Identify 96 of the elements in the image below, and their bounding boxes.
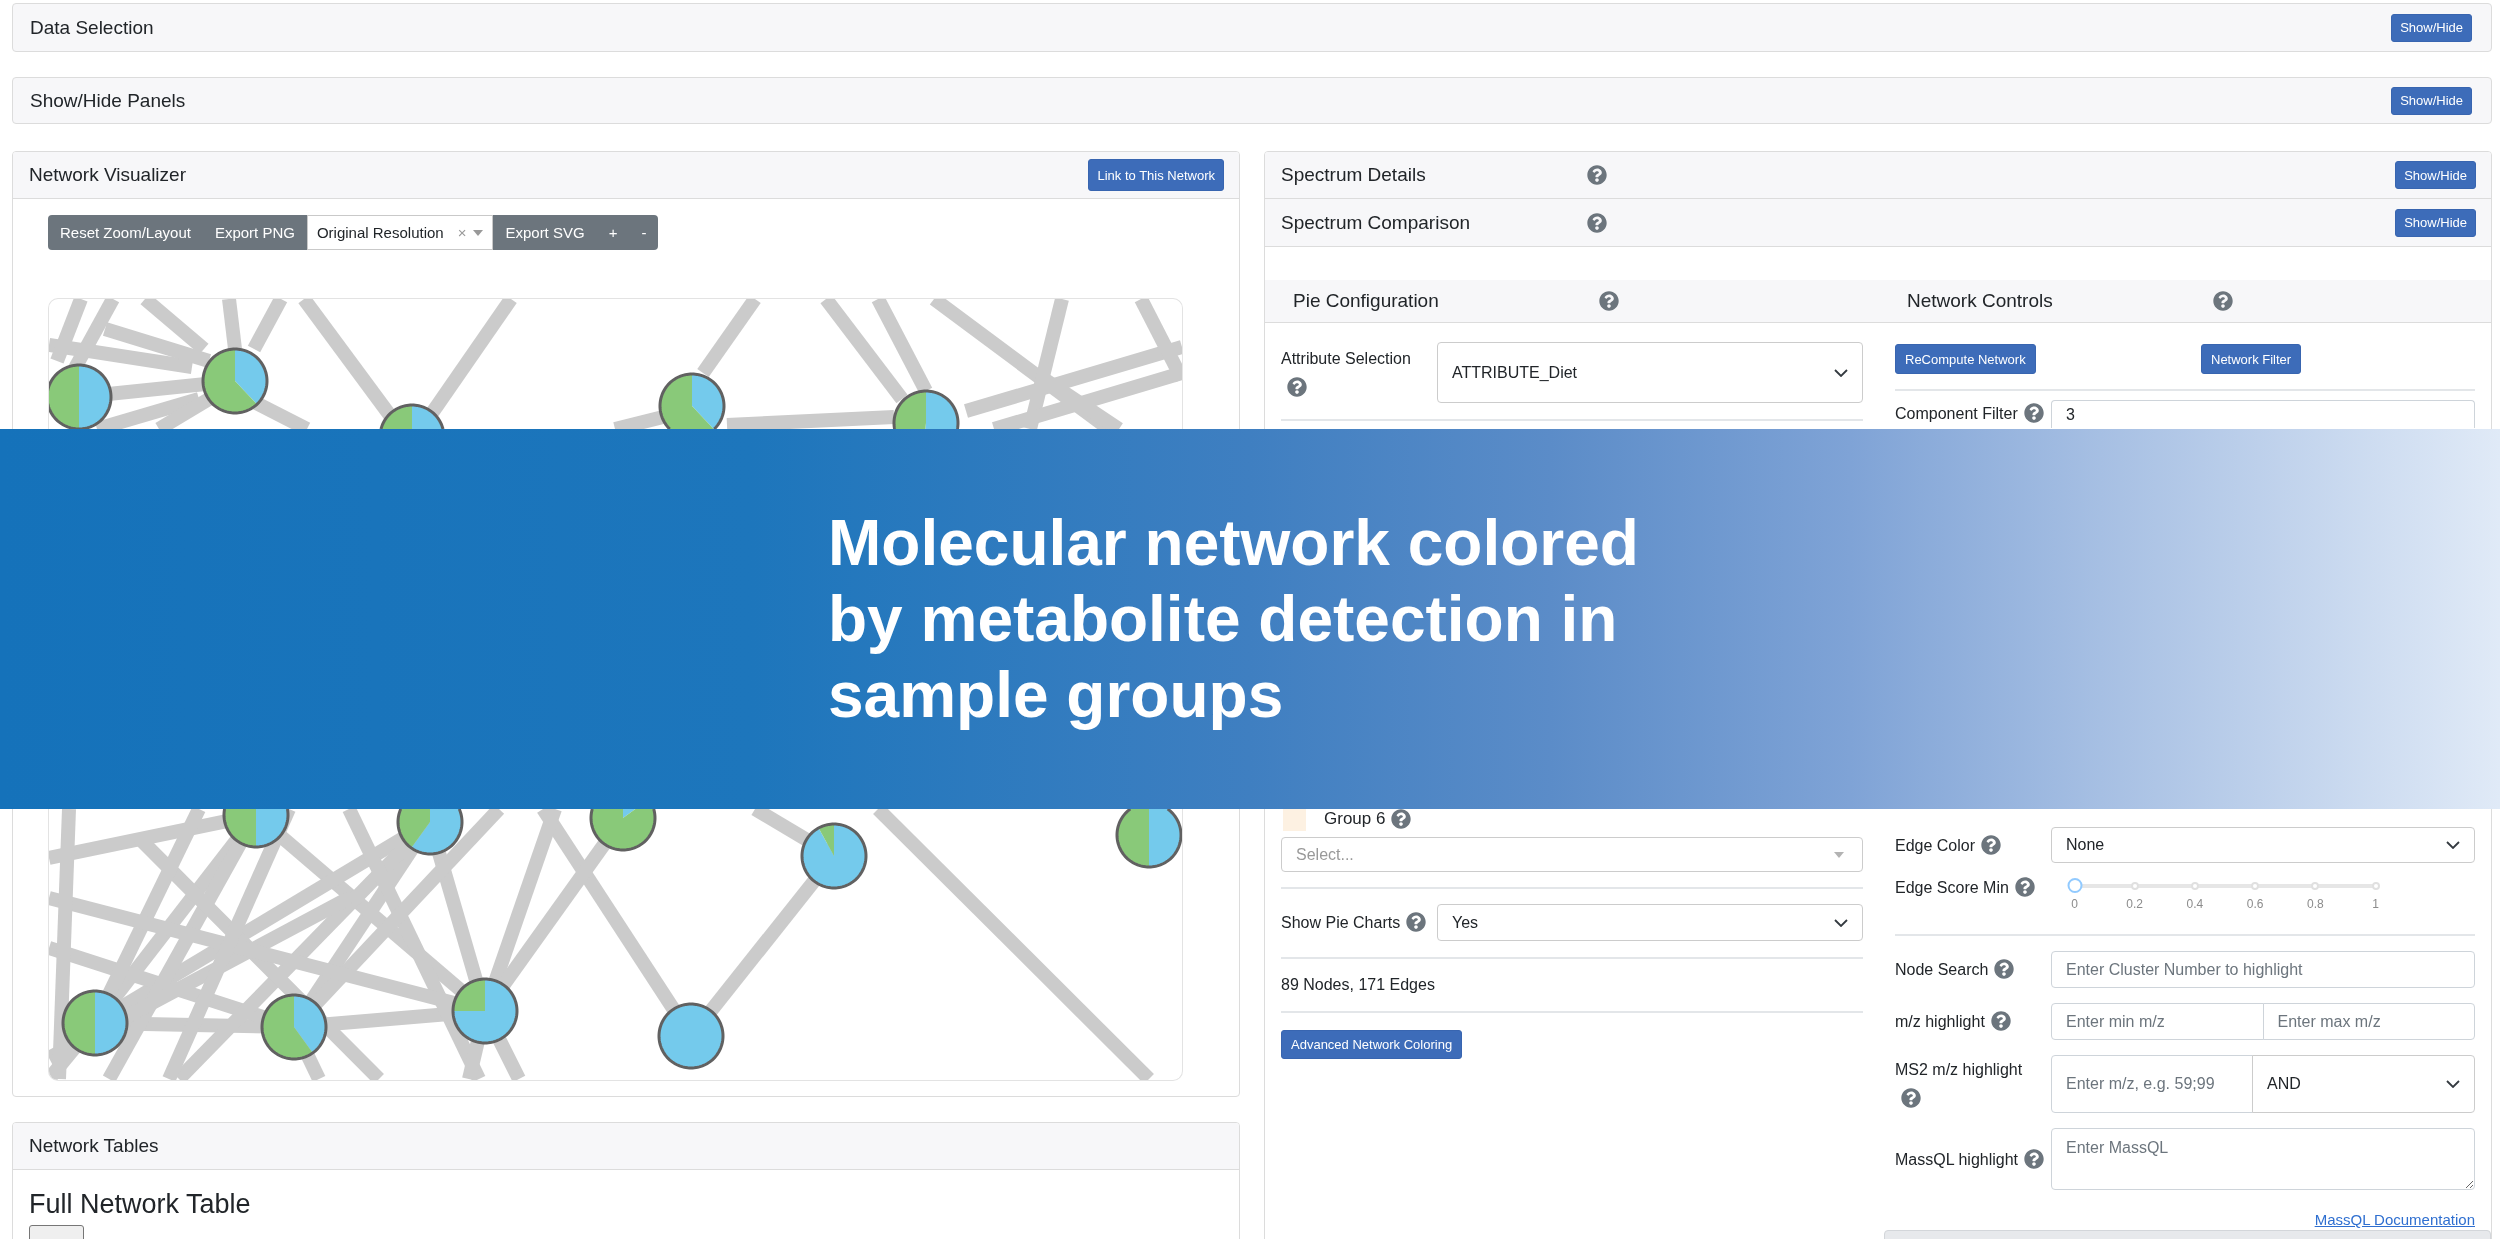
pie-node[interactable] <box>61 989 129 1057</box>
slider-thumb[interactable] <box>2067 878 2082 893</box>
pie-node[interactable] <box>657 1002 725 1070</box>
help-icon[interactable] <box>1990 1011 2011 1031</box>
show-hide-button[interactable]: Show/Hide <box>2395 208 2476 237</box>
help-icon[interactable] <box>1587 212 1607 233</box>
pie-node[interactable] <box>260 993 328 1061</box>
clear-button[interactable]: × <box>457 224 467 241</box>
toolbar-button[interactable]: Export SVG <box>493 215 597 250</box>
toolbar-button[interactable]: Export PNG <box>202 215 307 250</box>
advanced-coloring-button[interactable]: Advanced Network Coloring <box>1281 1030 1463 1059</box>
group-select[interactable]: Select... <box>1281 837 1863 872</box>
dropdown-field[interactable]: AND <box>2252 1055 2475 1113</box>
panel-title: Network Tables <box>29 1135 159 1157</box>
help-icon[interactable] <box>1981 834 2002 855</box>
network-control-button[interactable]: Network Filter <box>2201 344 2302 374</box>
tick-label: 0 <box>2071 897 2078 911</box>
pie-node[interactable] <box>222 809 290 849</box>
network-edge <box>247 299 288 353</box>
tick-mark-icon <box>2311 881 2320 890</box>
panel-title: Spectrum Details <box>1281 164 1426 186</box>
field-label: Component Filter <box>1895 405 2018 422</box>
field-label: Attribute Selection <box>1281 349 1411 367</box>
field-label: Edge Color <box>1895 836 1976 854</box>
tick-label: 1 <box>2372 897 2379 911</box>
network-control-button[interactable]: ReCompute Network <box>1895 344 2036 374</box>
tick-mark-icon <box>2251 881 2260 890</box>
text-field[interactable]: Enter max m/z <box>2262 1003 2475 1040</box>
pie-node[interactable] <box>1115 809 1182 869</box>
chevron-down-icon <box>1834 368 1848 377</box>
component-filter-field[interactable]: 3 <box>2051 400 2475 428</box>
chevron-down-icon <box>2446 841 2460 849</box>
banner-title: Molecular network colored by metabolite detection in sample groups <box>828 506 1640 733</box>
field-label: MS2 m/z highlight <box>1895 1061 2023 1078</box>
pie-node[interactable] <box>396 809 464 856</box>
help-icon[interactable] <box>2014 877 2035 897</box>
pie-node[interactable] <box>451 977 519 1045</box>
pie-node[interactable] <box>379 403 445 429</box>
tick-label: 0.2 <box>2126 897 2144 911</box>
text-field[interactable]: Enter Cluster Number to highlight <box>2051 951 2475 988</box>
pie-node[interactable] <box>589 809 657 852</box>
pie-node[interactable] <box>658 372 726 429</box>
dropdown-field[interactable]: None <box>2051 827 2475 863</box>
field-label: MassQL highlight <box>1895 1150 2019 1168</box>
tick-mark-icon <box>2130 881 2139 890</box>
pie-node[interactable] <box>892 389 960 429</box>
pie-node[interactable] <box>800 822 868 890</box>
tick-label: 0.8 <box>2306 897 2324 911</box>
group-label: Group 6 <box>1324 808 1386 829</box>
toolbar-button[interactable]: Reset Zoom/Layout <box>48 215 203 250</box>
help-icon[interactable] <box>2024 1148 2045 1169</box>
tick-label: 0.6 <box>2246 897 2264 911</box>
tick-mark-icon <box>2371 881 2380 890</box>
caret-icon <box>1834 851 1844 858</box>
chevron-down-icon <box>2446 1080 2460 1088</box>
resolution-select[interactable]: Original Resolution × <box>306 215 494 250</box>
tick-mark-icon <box>2190 881 2199 890</box>
help-icon[interactable] <box>1391 808 1412 829</box>
tick-label: 0.4 <box>2186 897 2204 911</box>
help-icon[interactable] <box>1406 912 1427 932</box>
text-area-field[interactable]: Enter MassQL <box>2051 1128 2475 1190</box>
documentation-link[interactable]: MassQL Documentation <box>2314 1210 2475 1230</box>
section-title: Network Controls <box>1907 290 2053 312</box>
help-icon[interactable] <box>1994 959 2015 979</box>
panel-title: Data Selection <box>30 16 154 39</box>
help-icon[interactable] <box>1587 165 1607 185</box>
field-label: Edge Score Min <box>1895 879 2009 896</box>
pie-node[interactable] <box>201 347 269 415</box>
field-label: Node Search <box>1895 961 1989 978</box>
field-label: Show Pie Charts <box>1281 914 1401 931</box>
text-field[interactable]: Enter min m/z <box>2051 1003 2264 1040</box>
panel-title: Network Visualizer <box>29 164 186 186</box>
help-icon[interactable] <box>2213 291 2233 311</box>
show-hide-button[interactable]: Show/Hide <box>2395 161 2476 189</box>
table-heading: Full Network Table <box>29 1188 251 1220</box>
network-summary: 89 Nodes, 171 Edges <box>1281 975 1435 995</box>
chevron-down-icon <box>1834 918 1848 927</box>
show-hide-button[interactable]: Show/Hide <box>2391 86 2472 115</box>
help-icon[interactable] <box>1901 1088 1921 1108</box>
toolbar-button[interactable]: - <box>629 215 659 250</box>
help-icon[interactable] <box>1599 291 1619 311</box>
network-edge <box>222 299 242 350</box>
panel-title: Spectrum Comparison <box>1281 211 1471 234</box>
text-field[interactable]: Enter m/z, e.g. 59;99 <box>2051 1055 2253 1113</box>
pie-node[interactable] <box>49 363 113 429</box>
pie-charts-select[interactable]: Yes <box>1437 904 1863 941</box>
show-hide-button[interactable]: Show/Hide <box>2391 13 2472 42</box>
toolbar-button[interactable]: + <box>596 215 630 250</box>
help-icon[interactable] <box>2023 403 2044 423</box>
panel-title: Show/Hide Panels <box>30 89 186 112</box>
caret-icon <box>473 229 484 236</box>
attribute-select[interactable]: ATTRIBUTE_Diet <box>1437 342 1863 403</box>
help-icon[interactable] <box>1287 376 1307 397</box>
section-title: Pie Configuration <box>1293 290 1439 312</box>
link-network-button[interactable]: Link to This Network <box>1088 159 1224 191</box>
field-label: m/z highlight <box>1895 1013 1985 1030</box>
